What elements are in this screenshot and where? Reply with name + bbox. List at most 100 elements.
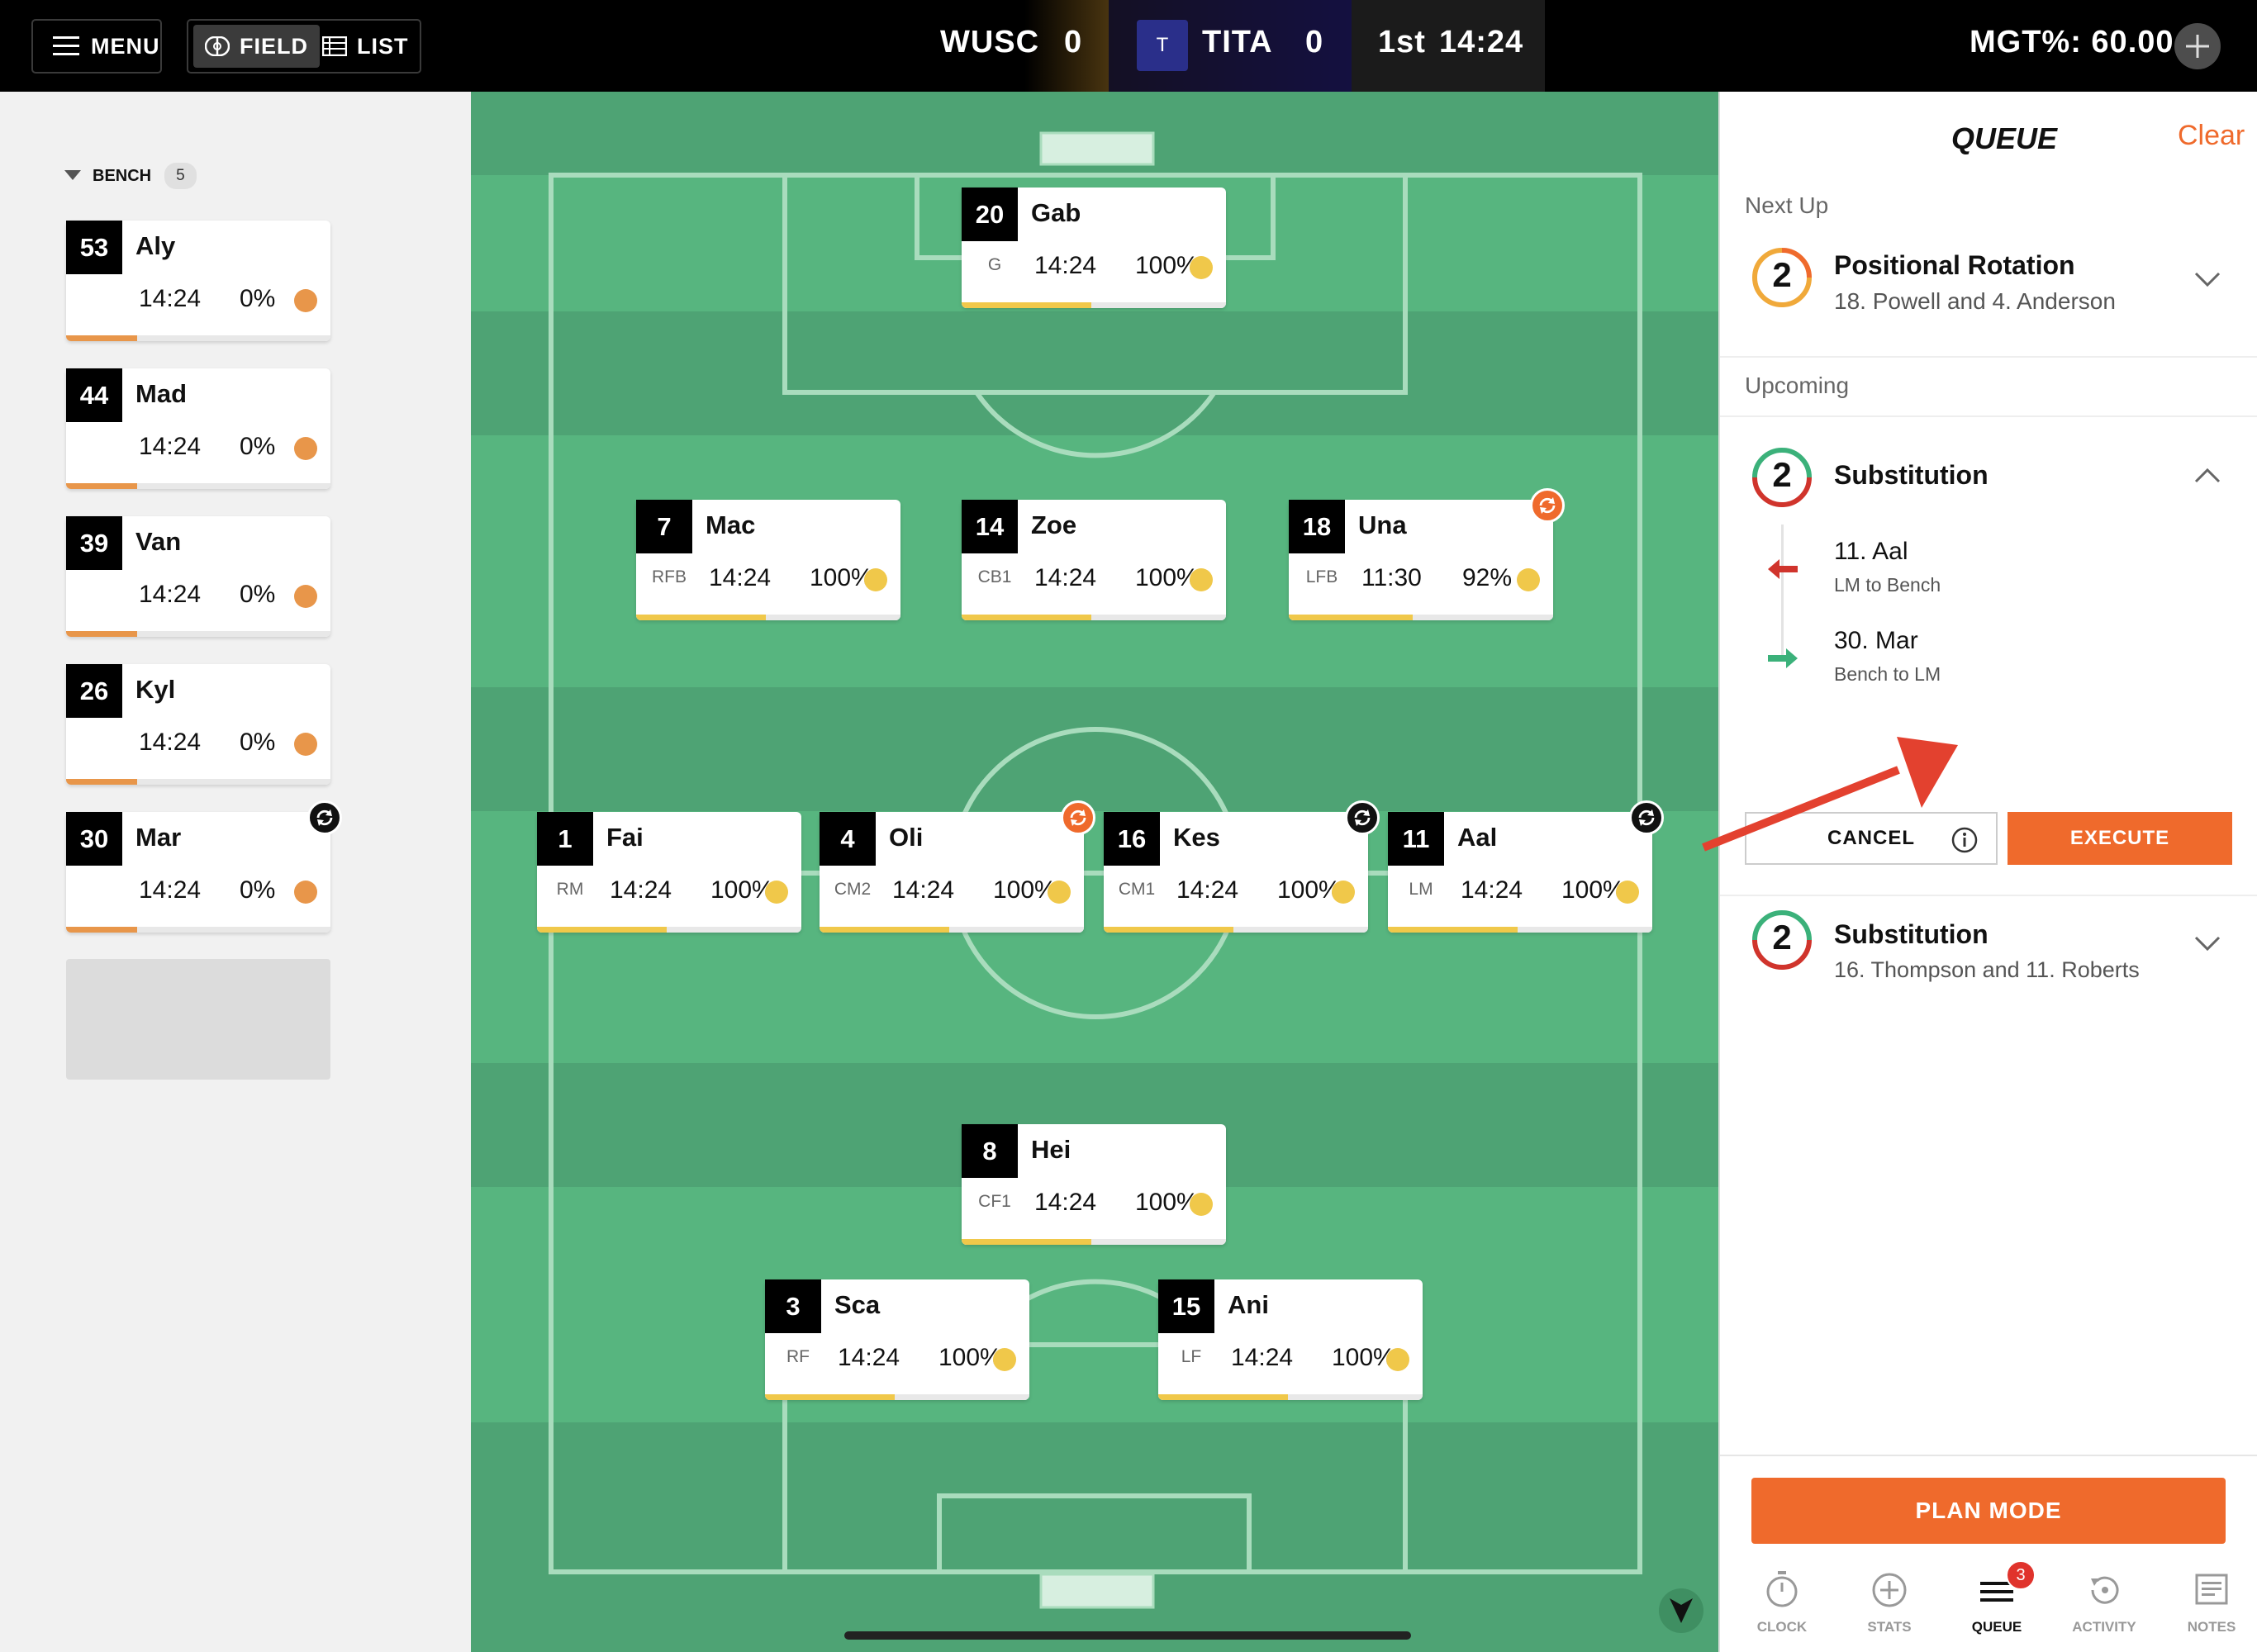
divider [1720, 356, 2257, 358]
nav-notes[interactable]: NOTES [2158, 1570, 2257, 1635]
playtime-bar-fill [66, 927, 138, 933]
playtime-bar-fill [1388, 927, 1518, 933]
player-name: Mad [135, 379, 187, 408]
playtime-bar-fill [962, 302, 1091, 308]
jersey-number: 53 [66, 221, 122, 274]
player-percentage: 92% [1462, 564, 1513, 591]
jersey-number: 20 [962, 188, 1018, 241]
rotation-pending-icon[interactable] [1061, 800, 1095, 835]
execute-label: EXECUTE [2069, 827, 2170, 849]
field-player-card[interactable]: 15 Ani LF 14:24 100% [1158, 1279, 1423, 1400]
substitution-pending-icon[interactable] [307, 800, 342, 835]
field-player-card[interactable]: 20 Gab G 14:24 100% [962, 188, 1226, 308]
jersey-number: 30 [66, 812, 122, 866]
status-dot [1190, 256, 1213, 279]
list-icon [322, 36, 347, 56]
nav-stats[interactable]: STATS [1836, 1570, 1943, 1635]
playtime-bar-fill [1158, 1394, 1288, 1400]
bench-player-card[interactable]: 30 Mar 14:24 0% [66, 800, 342, 933]
hamburger-icon [53, 36, 79, 55]
plan-mode-label: PLAN MODE [1915, 1498, 2062, 1523]
playtime-bar [765, 1394, 1029, 1400]
substitution-pending-icon[interactable] [1345, 800, 1380, 835]
jersey-number: 18 [1289, 500, 1345, 553]
queue-item-next[interactable]: 2 Positional Rotation 18. Powell and 4. … [1720, 232, 2257, 348]
rotation-pending-icon[interactable] [1530, 488, 1565, 523]
player-time: 11:30 [1361, 564, 1422, 591]
jersey-number: 26 [66, 664, 122, 718]
player-time: 14:24 [709, 564, 772, 591]
substitution-pending-icon[interactable] [1629, 800, 1664, 835]
next-item-subtitle: 18. Powell and 4. Anderson [1834, 288, 2116, 314]
status-dot [1332, 881, 1355, 904]
queue-item-substitution-collapsed[interactable]: 2 Substitution 16. Thompson and 11. Robe… [1720, 896, 2257, 1012]
playtime-bar-fill [962, 615, 1091, 620]
clear-queue-button[interactable]: Clear [2178, 120, 2245, 152]
mgt-percentage: MGT%: 60.00 [1970, 25, 2174, 59]
divider [1720, 1455, 2257, 1456]
chevron-up-icon[interactable] [2194, 467, 2221, 483]
player-time: 14:24 [1034, 564, 1097, 591]
game-clock[interactable]: 14:24 [1439, 25, 1523, 60]
player-time: 14:24 [1034, 252, 1097, 279]
field-player-card[interactable]: 11 Aal LM 14:24 100% [1388, 800, 1664, 933]
player-time: 14:24 [139, 729, 202, 756]
bench-empty-slot[interactable] [66, 959, 330, 1080]
field-player-card[interactable]: 7 Mac RFB 14:24 100% [636, 500, 900, 620]
jersey-number: 7 [636, 500, 692, 553]
nav-queue-label: QUEUE [1971, 1619, 2022, 1635]
player-time: 14:24 [139, 433, 202, 460]
playtime-bar [820, 927, 1084, 933]
nav-queue[interactable]: 3 QUEUE [1943, 1560, 2050, 1635]
plus-icon [2186, 35, 2209, 58]
playtime-bar [66, 631, 330, 637]
player-position: LF [1181, 1347, 1202, 1366]
field-player-card[interactable]: 14 Zoe CB1 14:24 100% [962, 500, 1226, 620]
bench-player-card[interactable]: 44 Mad 14:24 0% [66, 368, 330, 489]
jersey-number: 3 [765, 1279, 821, 1333]
status-dot [993, 1348, 1016, 1371]
playtime-bar-fill [66, 483, 138, 489]
player-name: Oli [889, 823, 924, 852]
field-view-label: FIELD [240, 33, 308, 59]
field-icon [205, 36, 230, 56]
status-dot [765, 881, 788, 904]
list-view-button[interactable]: LIST [311, 25, 421, 68]
player-time: 14:24 [838, 1344, 900, 1371]
bench-header[interactable]: BENCH 5 [64, 163, 197, 189]
expand-arrow-button[interactable] [1659, 1588, 1703, 1633]
arrow-right-icon [1768, 648, 1798, 668]
chevron-down-icon[interactable] [2194, 936, 2221, 952]
nav-activity[interactable]: ACTIVITY [2050, 1570, 2158, 1635]
player-time: 14:24 [1231, 1344, 1294, 1371]
field-player-card[interactable]: 18 Una LFB 11:30 92% [1289, 488, 1565, 620]
player-time: 14:24 [139, 581, 202, 608]
out-player-name: 11. Aal [1834, 538, 1908, 565]
nav-clock[interactable]: CLOCK [1728, 1570, 1836, 1635]
menu-button[interactable]: MENU [31, 19, 162, 74]
field-view-button[interactable]: FIELD [193, 25, 320, 68]
nav-activity-label: ACTIVITY [2072, 1619, 2136, 1635]
status-dot [1386, 1348, 1409, 1371]
bench-label: BENCH [93, 166, 152, 185]
player-name: Hei [1031, 1135, 1071, 1164]
field-player-card[interactable]: 16 Kes CM1 14:24 100% [1104, 800, 1380, 933]
plus-circle-icon [1872, 1573, 1907, 1607]
field-player-card[interactable]: 1 Fai RM 14:24 100% [537, 812, 801, 933]
field-player-card[interactable]: 8 Hei CF1 14:24 100% [962, 1124, 1226, 1245]
bench-player-card[interactable]: 26 Kyl 14:24 0% [66, 664, 330, 785]
bench-player-card[interactable]: 39 Van 14:24 0% [66, 516, 330, 637]
add-button[interactable] [2174, 23, 2221, 69]
caret-down-icon [64, 170, 81, 180]
menu-label: MENU [91, 33, 160, 59]
bench-player-card[interactable]: 53 Aly 14:24 0% [66, 221, 330, 341]
field-player-card[interactable]: 3 Sca RF 14:24 100% [765, 1279, 1029, 1400]
home-team-name: WUSC [940, 25, 1040, 59]
playtime-bar-fill [66, 631, 138, 637]
execute-button[interactable]: EXECUTE [2008, 812, 2232, 865]
playtime-bar [537, 927, 801, 933]
chevron-down-icon[interactable] [2194, 272, 2221, 288]
field-player-card[interactable]: 4 Oli CM2 14:24 100% [820, 800, 1095, 933]
status-dot [1190, 568, 1213, 591]
plan-mode-button[interactable]: PLAN MODE [1751, 1478, 2226, 1544]
